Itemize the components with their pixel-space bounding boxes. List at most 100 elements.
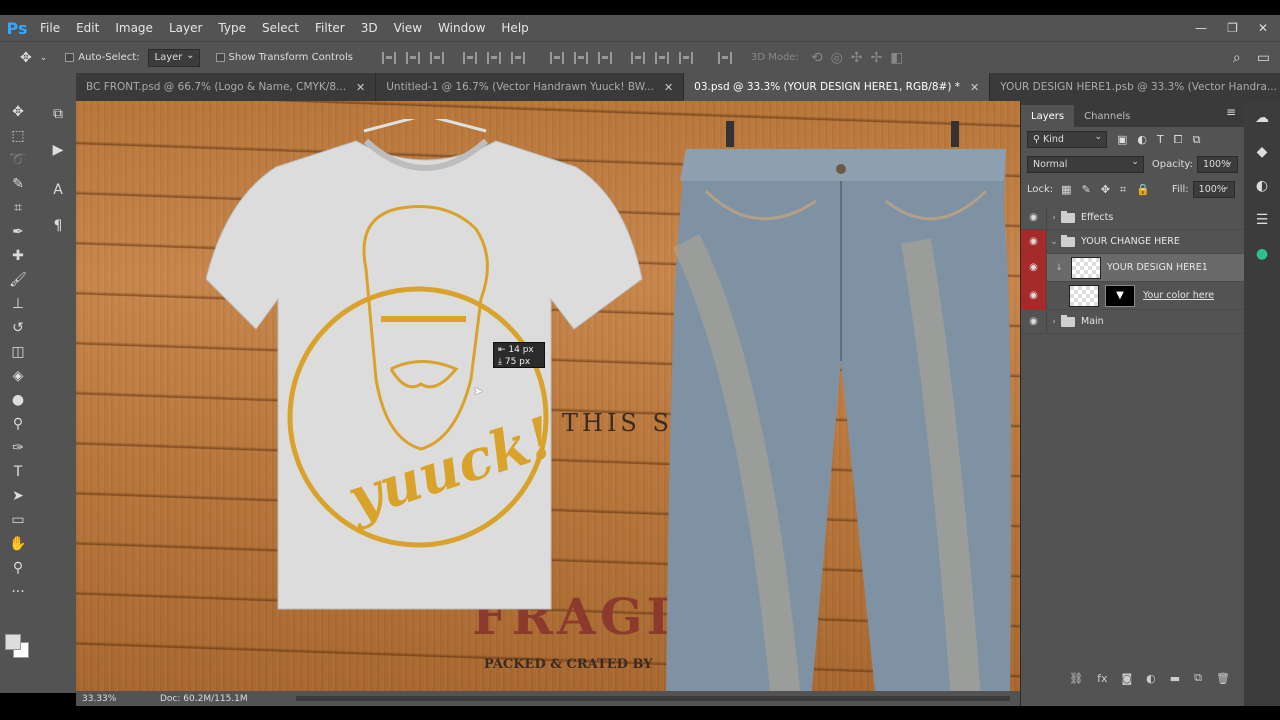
close-tab-icon[interactable]: ✕ [970, 81, 979, 94]
chevron-right-icon[interactable]: › [1047, 317, 1061, 327]
adjustments-dock-icon[interactable]: ◐ [1244, 169, 1280, 203]
tab-layers[interactable]: Layers [1021, 105, 1075, 127]
crop-tool-icon[interactable]: ⌗ [4, 196, 32, 220]
history-panel-icon[interactable]: ⧉ [46, 96, 70, 132]
eraser-tool-icon[interactable]: ◫ [4, 340, 32, 364]
checkbox-icon[interactable] [65, 53, 75, 62]
lock-all-icon[interactable]: 🔒 [1136, 183, 1150, 196]
3d-slide-icon[interactable]: ✢ [871, 50, 883, 66]
auto-select-dropdown[interactable]: Layer [147, 48, 200, 67]
show-transform-checkbox[interactable]: Show Transform Controls [215, 52, 353, 63]
history-brush-icon[interactable]: ↺ [4, 316, 32, 340]
properties-dock-icon[interactable]: ☰ [1244, 203, 1280, 237]
blur-tool-icon[interactable]: ● [4, 388, 32, 412]
new-layer-icon[interactable]: ⧉ [1194, 671, 1202, 685]
menu-3d[interactable]: 3D [353, 15, 386, 41]
move-tool-icon[interactable]: ✥ [4, 100, 32, 124]
auto-align-icon[interactable] [717, 51, 732, 64]
layers-dock-icon[interactable]: ◆ [1244, 135, 1280, 169]
layer-row[interactable]: ◉ ↓ YOUR DESIGN HERE1 [1021, 253, 1244, 282]
zoom-tool-icon[interactable]: ⚲ [4, 556, 32, 580]
quick-select-tool-icon[interactable]: ✎ [4, 172, 32, 196]
3d-roll-icon[interactable]: ◎ [831, 50, 843, 66]
search-icon[interactable]: ⌕ [1233, 50, 1241, 66]
filter-kind-dropdown[interactable]: ⚲ Kind [1027, 131, 1107, 148]
eyedropper-tool-icon[interactable]: ✒ [4, 220, 32, 244]
distribute-right-icon[interactable] [678, 51, 693, 64]
actions-play-icon[interactable]: ▶ [46, 132, 70, 168]
menu-filter[interactable]: Filter [307, 15, 353, 41]
3d-rotate-icon[interactable]: ⟲ [811, 50, 823, 66]
layer-row[interactable]: ◉ ⌄ YOUR CHANGE HERE [1021, 229, 1244, 254]
layer-row[interactable]: ◉ › Effects [1021, 205, 1244, 230]
panel-menu-icon[interactable]: ≡ [1226, 105, 1236, 119]
eye-icon[interactable]: ◉ [1021, 205, 1047, 230]
chevron-down-icon[interactable]: ⌄ [1047, 237, 1061, 247]
add-mask-icon[interactable]: ◙ [1121, 672, 1132, 685]
lock-artboard-icon[interactable]: ⌗ [1120, 183, 1126, 197]
workspace-icon[interactable]: ▭ [1257, 50, 1270, 66]
lock-image-icon[interactable]: ✎ [1082, 183, 1091, 196]
type-tool-icon[interactable]: T [4, 460, 32, 484]
brush-tool-icon[interactable]: 🖌 [4, 268, 32, 292]
filter-type-icon[interactable]: T [1157, 133, 1164, 146]
path-select-icon[interactable]: ➤ [4, 484, 32, 508]
menu-type[interactable]: Type [210, 15, 254, 41]
tab-03-psd[interactable]: 03.psd @ 33.3% (YOUR DESIGN HERE1, RGB/8… [684, 73, 991, 101]
horizontal-scrollbar[interactable] [296, 696, 1010, 701]
align-hcenter-icon[interactable] [486, 51, 501, 64]
close-tab-icon[interactable]: ✕ [664, 81, 673, 94]
eye-icon[interactable]: ◉ [1021, 229, 1047, 254]
distribute-bottom-icon[interactable] [597, 51, 612, 64]
adjustment-layer-icon[interactable]: ◐ [1146, 672, 1156, 685]
plugin-icon[interactable]: ● [1244, 237, 1280, 271]
blend-mode-dropdown[interactable]: Normal [1027, 156, 1144, 173]
layer-row[interactable]: ◉ ▼ Your color here [1021, 281, 1244, 310]
filter-adjustment-icon[interactable]: ◐ [1137, 133, 1147, 146]
close-icon[interactable]: ✕ [1258, 21, 1268, 35]
checkbox-icon[interactable] [215, 53, 225, 62]
align-bottom-icon[interactable] [429, 51, 444, 64]
paragraph-panel-icon[interactable]: ¶ [46, 208, 70, 244]
lock-transparent-icon[interactable]: ▦ [1061, 183, 1071, 196]
paint-bucket-icon[interactable]: ◈ [4, 364, 32, 388]
move-tool-icon[interactable]: ✥ [20, 50, 32, 66]
chevron-right-icon[interactable]: › [1047, 213, 1061, 223]
3d-scale-icon[interactable]: ◧ [890, 50, 903, 66]
menu-file[interactable]: File [32, 15, 68, 41]
opacity-input[interactable]: 100% [1196, 156, 1238, 173]
menu-window[interactable]: Window [430, 15, 493, 41]
new-group-icon[interactable]: ▬ [1170, 672, 1180, 685]
stamp-tool-icon[interactable]: ⊥ [4, 292, 32, 316]
pen-tool-icon[interactable]: ✑ [4, 436, 32, 460]
filter-smart-object-icon[interactable]: ⧉ [1193, 133, 1201, 147]
healing-tool-icon[interactable]: ✚ [4, 244, 32, 268]
dodge-tool-icon[interactable]: ⚲ [4, 412, 32, 436]
menu-layer[interactable]: Layer [161, 15, 210, 41]
fill-input[interactable]: 100% [1192, 181, 1235, 198]
link-layers-icon[interactable]: ⛓ [1069, 672, 1083, 685]
delete-layer-icon[interactable]: 🗑 [1216, 672, 1230, 685]
tab-your-design-here1[interactable]: YOUR DESIGN HERE1.psb @ 33.3% (Vector Ha… [990, 73, 1280, 101]
lock-position-icon[interactable]: ✥ [1101, 183, 1110, 196]
rectangle-tool-icon[interactable]: ▭ [4, 508, 32, 532]
tool-preset-chevron-icon[interactable]: ⌄ [40, 53, 48, 63]
menu-view[interactable]: View [386, 15, 430, 41]
tab-untitled-1[interactable]: Untitled-1 @ 16.7% (Vector Handrawn Yuuc… [376, 73, 685, 101]
eye-icon[interactable]: ◉ [1021, 281, 1047, 310]
zoom-level[interactable]: 33.33% [76, 694, 136, 704]
align-top-icon[interactable] [381, 51, 396, 64]
hand-tool-icon[interactable]: ✋ [4, 532, 32, 556]
menu-help[interactable]: Help [493, 15, 536, 41]
eye-icon[interactable]: ◉ [1021, 253, 1047, 282]
menu-select[interactable]: Select [254, 15, 307, 41]
align-right-icon[interactable] [510, 51, 525, 64]
filter-shape-icon[interactable]: ⧠ [1174, 133, 1183, 147]
distribute-vcenter-icon[interactable] [573, 51, 588, 64]
layer-mask-thumbnail[interactable]: ▼ [1105, 284, 1135, 307]
distribute-left-icon[interactable] [630, 51, 645, 64]
foreground-color-swatch[interactable] [5, 634, 21, 650]
fx-icon[interactable]: fx [1097, 672, 1107, 685]
3d-pan-icon[interactable]: ✣ [851, 50, 863, 66]
minimize-icon[interactable]: — [1195, 21, 1207, 35]
